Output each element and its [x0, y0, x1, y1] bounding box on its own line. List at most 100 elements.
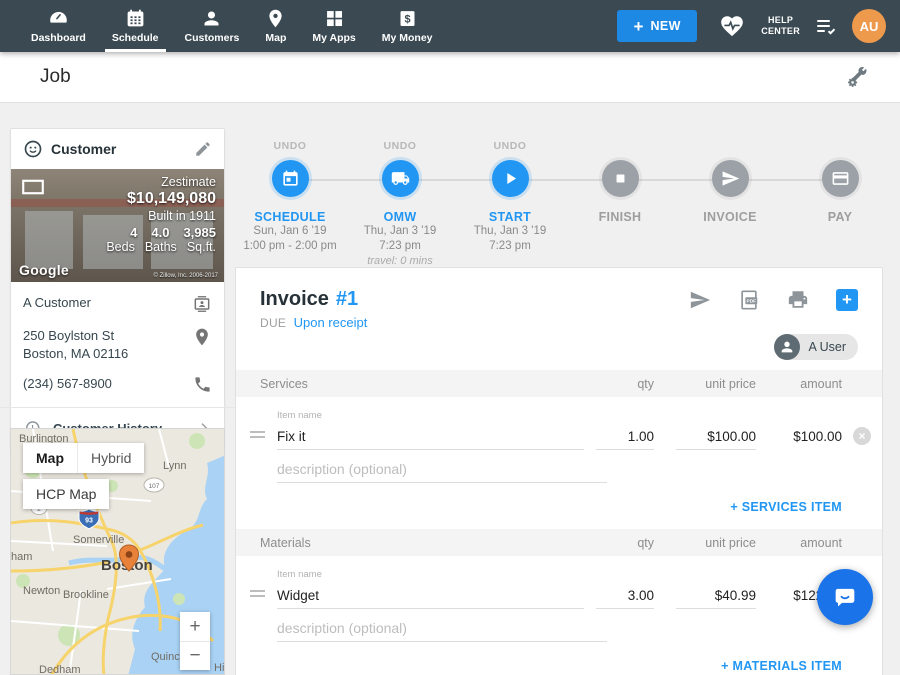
- map-button[interactable]: Map: [23, 443, 77, 473]
- timeline-step-omw: UNDO OMW Thu, Jan 3 '19 7:23 pm travel: …: [345, 140, 455, 268]
- hcp-map-button[interactable]: HCP Map: [23, 479, 109, 509]
- schedule-step-button[interactable]: [272, 160, 309, 197]
- google-watermark: Google: [19, 262, 69, 278]
- service-qty-input[interactable]: [596, 426, 654, 450]
- customer-card-title: Customer: [51, 141, 194, 157]
- undo-link[interactable]: UNDO: [345, 140, 455, 155]
- due-label: DUE: [260, 316, 286, 330]
- new-button[interactable]: + NEW: [617, 10, 697, 42]
- assignee-pill[interactable]: A User: [774, 334, 858, 360]
- calendar-icon: [281, 169, 300, 188]
- map-label-somerville: Somerville: [73, 534, 124, 546]
- services-item-row: Item name $100.00 × + SERVICES ITEM: [236, 397, 882, 529]
- drag-handle-icon[interactable]: [250, 428, 270, 450]
- chat-bubble-button[interactable]: [817, 569, 873, 625]
- col-qty: qty: [596, 536, 654, 550]
- property-photo: Zestimate $10,149,080 Built in 1911 4 4.…: [11, 169, 224, 282]
- remove-item-icon[interactable]: ×: [853, 427, 871, 445]
- undo-link[interactable]: UNDO: [235, 140, 345, 155]
- tasks-icon[interactable]: [814, 14, 838, 38]
- material-name-input[interactable]: [277, 585, 584, 609]
- contact-card-icon[interactable]: [192, 294, 212, 314]
- page-title: Job: [40, 66, 71, 88]
- nav-item-my-apps[interactable]: My Apps: [299, 0, 368, 52]
- nav-label: Dashboard: [31, 32, 86, 44]
- calendar-icon: [125, 8, 146, 29]
- svg-text:PDF: PDF: [747, 298, 757, 304]
- nav-item-customers[interactable]: Customers: [172, 0, 253, 52]
- customer-card-header: Customer: [11, 129, 224, 169]
- zoom-out-button[interactable]: −: [180, 641, 210, 670]
- heart-pulse-icon[interactable]: [719, 13, 745, 39]
- col-amount: amount: [772, 536, 842, 550]
- nav-label: Schedule: [112, 32, 159, 44]
- nav-label: My Money: [382, 32, 433, 44]
- job-timeline: UNDO SCHEDULE Sun, Jan 6 '19 1:00 pm - 2…: [235, 140, 883, 265]
- beds-label: Beds: [106, 240, 135, 254]
- user-avatar[interactable]: AU: [852, 9, 886, 43]
- location-pin-icon[interactable]: [192, 327, 212, 347]
- drag-handle-icon[interactable]: [250, 587, 270, 609]
- address-line1: 250 Boylston St: [23, 328, 114, 343]
- col-unit-price: unit price: [676, 536, 756, 550]
- omw-step-button[interactable]: [382, 160, 419, 197]
- map-label-hingham: Hi: [214, 662, 224, 674]
- sqft-value: 3,985: [183, 225, 216, 240]
- service-price-input[interactable]: [676, 426, 756, 450]
- undo-link[interactable]: UNDO: [455, 140, 565, 155]
- nav-item-schedule[interactable]: Schedule: [99, 0, 172, 52]
- invoice-card: Invoice #1 PDF + DUE Upon rece: [235, 267, 883, 675]
- add-invoice-button[interactable]: +: [836, 289, 858, 311]
- play-icon: [501, 169, 520, 188]
- address-line2: Boston, MA 02116: [23, 346, 128, 361]
- person-icon: [201, 8, 222, 29]
- stop-icon: [611, 169, 630, 188]
- add-services-item-link[interactable]: + SERVICES ITEM: [730, 500, 842, 514]
- finish-step-button[interactable]: [602, 160, 639, 197]
- timeline-step-pay: PAY: [785, 140, 895, 224]
- map-type-control: Map Hybrid: [23, 443, 144, 473]
- help-center-link[interactable]: HELP CENTER: [761, 15, 800, 38]
- map-label-brookline: Brookline: [63, 589, 109, 601]
- invoice-number[interactable]: #1: [336, 288, 358, 311]
- nav-item-dashboard[interactable]: Dashboard: [18, 0, 99, 52]
- nav-item-map[interactable]: Map: [252, 0, 299, 52]
- nav-label: Map: [265, 32, 286, 44]
- start-step-button[interactable]: [492, 160, 529, 197]
- zillow-copyright: © Zillow, Inc. 2006-2017: [154, 273, 218, 279]
- material-price-input[interactable]: [676, 585, 756, 609]
- page-header: Job: [0, 52, 900, 103]
- dollar-icon: $: [397, 8, 418, 29]
- item-name-label: Item name: [277, 410, 584, 421]
- col-amount: amount: [772, 377, 842, 391]
- print-icon[interactable]: [787, 289, 809, 311]
- nav-label: Customers: [185, 32, 240, 44]
- phone-icon[interactable]: [193, 375, 212, 394]
- map-label-lynn: Lynn: [163, 460, 186, 472]
- i93-shield: 93: [85, 518, 93, 525]
- due-value-link[interactable]: Upon receipt: [294, 315, 368, 330]
- add-materials-item-link[interactable]: + MATERIALS ITEM: [721, 659, 842, 673]
- material-qty-input[interactable]: [596, 585, 654, 609]
- invoice-step-button[interactable]: [712, 160, 749, 197]
- nav-item-my-money[interactable]: $ My Money: [369, 0, 446, 52]
- street-view-icon[interactable]: [21, 179, 45, 195]
- customer-details: A Customer 250 Boylston St Boston, MA 021…: [11, 282, 224, 394]
- chat-icon: [831, 583, 859, 611]
- customer-phone: (234) 567-8900: [23, 375, 185, 393]
- credit-card-icon: [831, 169, 850, 188]
- hybrid-button[interactable]: Hybrid: [77, 443, 144, 473]
- zoom-in-button[interactable]: +: [180, 612, 210, 641]
- truck-icon: [391, 169, 410, 188]
- pay-step-button[interactable]: [822, 160, 859, 197]
- job-tools-icon[interactable]: [846, 65, 870, 89]
- service-name-input[interactable]: [277, 426, 584, 450]
- map-label-dedham: Dedham: [39, 664, 81, 675]
- sqft-label: Sq.ft.: [187, 240, 216, 254]
- service-description-input[interactable]: [277, 459, 607, 483]
- customer-name: A Customer: [23, 294, 184, 312]
- pdf-icon[interactable]: PDF: [738, 289, 760, 311]
- material-description-input[interactable]: [277, 618, 607, 642]
- edit-pencil-icon[interactable]: [194, 140, 212, 158]
- send-invoice-icon[interactable]: [689, 289, 711, 311]
